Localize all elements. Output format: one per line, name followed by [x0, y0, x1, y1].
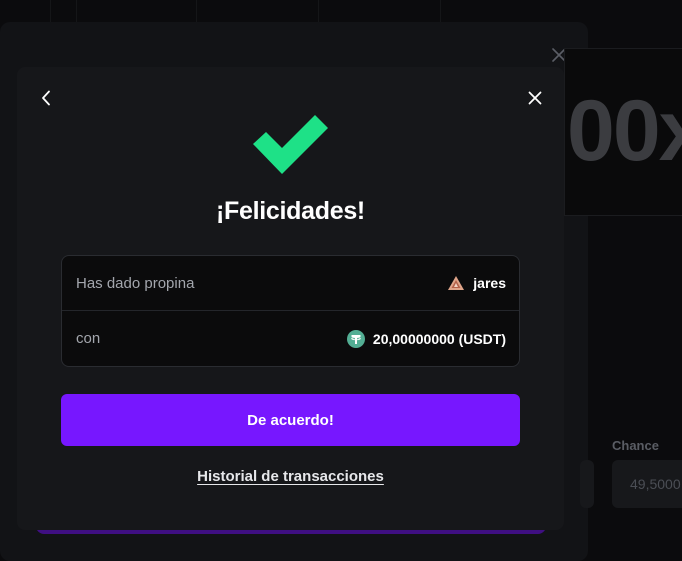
background-multiplier: 00x	[567, 83, 682, 179]
tip-success-modal: ¡Felicidades! Has dado propina jares con…	[17, 67, 564, 530]
background-divider	[440, 0, 441, 22]
background-input	[580, 460, 594, 508]
background-divider	[50, 0, 51, 22]
amount: 20,00000000 (USDT)	[346, 329, 506, 348]
amount-value: 20,00000000 (USDT)	[372, 330, 506, 347]
confirm-button[interactable]: De acuerdo!	[61, 394, 520, 446]
modal-title: ¡Felicidades!	[216, 197, 365, 225]
tip-details: Has dado propina jares con 20,00000000 (…	[61, 255, 520, 367]
close-button[interactable]	[524, 89, 546, 111]
tip-label: Has dado propina	[76, 274, 195, 292]
background-divider	[76, 0, 77, 22]
amount-label: con	[76, 330, 101, 347]
transaction-history-link[interactable]: Historial de transacciones	[17, 468, 564, 485]
background-divider	[318, 0, 319, 22]
tip-amount-row: con 20,00000000 (USDT)	[62, 311, 519, 366]
chevron-left-icon	[41, 90, 51, 111]
app-root: 00x Chance 49,5000 ¡Felicidades! Has dad…	[0, 0, 682, 561]
user-rank-icon	[447, 275, 465, 291]
checkmark-icon	[250, 111, 330, 175]
recipient: jares	[447, 275, 506, 291]
tether-icon	[346, 329, 365, 348]
background-chance-label: Chance	[612, 438, 659, 453]
background-divider	[196, 0, 197, 22]
recipient-name: jares	[473, 275, 506, 291]
back-button[interactable]	[35, 89, 57, 111]
close-icon	[528, 91, 542, 110]
tip-recipient-row: Has dado propina jares	[62, 256, 519, 311]
background-chance-input: 49,5000	[612, 460, 682, 508]
